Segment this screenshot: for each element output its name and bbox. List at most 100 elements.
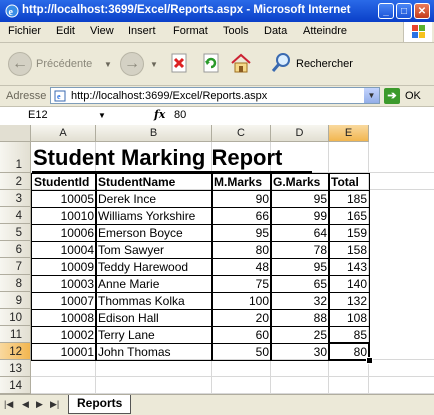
menu-data[interactable]: Data <box>264 25 287 37</box>
formula-value[interactable]: 80 <box>174 109 186 121</box>
header-student-name[interactable]: StudentName <box>95 173 213 191</box>
report-title[interactable]: Student Marking Report <box>33 145 282 171</box>
stop-icon[interactable] <box>168 52 190 74</box>
header-g-marks[interactable]: G.Marks <box>270 173 330 191</box>
maximize-button[interactable]: □ <box>396 3 412 19</box>
function-icon[interactable]: fx <box>154 108 165 121</box>
cell-g-marks[interactable]: 65 <box>270 275 330 293</box>
go-arrow-icon[interactable]: ➔ <box>384 88 400 104</box>
cell-g-marks[interactable]: 95 <box>270 258 330 276</box>
back-dropdown-icon[interactable]: ▼ <box>104 60 112 69</box>
column-header-b[interactable]: B <box>96 125 212 142</box>
select-all-corner[interactable] <box>0 125 31 142</box>
cell-student-id[interactable]: 10007 <box>31 292 97 310</box>
cell-m-marks[interactable]: 60 <box>211 326 272 344</box>
cell-student-name[interactable]: Thommas Kolka <box>95 292 213 310</box>
fill-handle[interactable] <box>366 357 373 364</box>
search-icon[interactable] <box>270 52 292 74</box>
cell-student-id[interactable]: 10005 <box>31 190 97 208</box>
cell-student-id[interactable]: 10001 <box>31 343 97 361</box>
header-total[interactable]: Total <box>328 173 370 191</box>
menu-atteindre[interactable]: Atteindre <box>303 25 347 37</box>
cell-student-id[interactable]: 10006 <box>31 224 97 242</box>
cell-total[interactable]: 108 <box>328 309 370 327</box>
header-student-id[interactable]: StudentId <box>31 173 97 191</box>
row-header[interactable]: 9 <box>0 292 31 309</box>
column-header-e[interactable]: E <box>329 125 369 142</box>
cell-student-id[interactable]: 10003 <box>31 275 97 293</box>
row-header[interactable]: 10 <box>0 309 31 326</box>
first-sheet-icon[interactable]: |◀ <box>4 399 13 410</box>
cell-m-marks[interactable]: 90 <box>211 190 272 208</box>
cell-student-id[interactable]: 10010 <box>31 207 97 225</box>
menu-format[interactable]: Format <box>173 25 208 37</box>
menu-file[interactable]: Fichier <box>8 25 41 37</box>
cell-g-marks[interactable]: 95 <box>270 190 330 208</box>
prev-sheet-icon[interactable]: ◀ <box>22 399 29 410</box>
forward-arrow-icon[interactable]: → <box>120 52 144 76</box>
last-sheet-icon[interactable]: ▶| <box>50 399 59 410</box>
minimize-button[interactable]: _ <box>378 3 394 19</box>
cell-student-name[interactable]: Anne Marie <box>95 275 213 293</box>
cell-m-marks[interactable]: 80 <box>211 241 272 259</box>
cell-total[interactable]: 132 <box>328 292 370 310</box>
cell-m-marks[interactable]: 48 <box>211 258 272 276</box>
cell-g-marks[interactable]: 25 <box>270 326 330 344</box>
cell-m-marks[interactable]: 66 <box>211 207 272 225</box>
row-header[interactable]: 12 <box>0 343 31 360</box>
cell-student-name[interactable]: Terry Lane <box>95 326 213 344</box>
cell-student-name[interactable]: Edison Hall <box>95 309 213 327</box>
next-sheet-icon[interactable]: ▶ <box>36 399 43 410</box>
cell-m-marks[interactable]: 50 <box>211 343 272 361</box>
menu-insert[interactable]: Insert <box>128 25 156 37</box>
row-header[interactable]: 14 <box>0 377 31 394</box>
cell-student-id[interactable]: 10002 <box>31 326 97 344</box>
cell-student-name[interactable]: Tom Sawyer <box>95 241 213 259</box>
cell-g-marks[interactable]: 32 <box>270 292 330 310</box>
cell-m-marks[interactable]: 100 <box>211 292 272 310</box>
close-button[interactable]: ✕ <box>414 3 430 19</box>
column-header-c[interactable]: C <box>212 125 271 142</box>
cell-m-marks[interactable]: 20 <box>211 309 272 327</box>
row-header[interactable]: 11 <box>0 326 31 343</box>
cell-total[interactable]: 165 <box>328 207 370 225</box>
row-header[interactable]: 5 <box>0 224 31 241</box>
name-box-dropdown-icon[interactable]: ▼ <box>98 111 106 120</box>
menu-view[interactable]: View <box>90 25 114 37</box>
refresh-icon[interactable] <box>200 52 222 74</box>
cell-student-name[interactable]: Emerson Boyce <box>95 224 213 242</box>
cell-g-marks[interactable]: 30 <box>270 343 330 361</box>
row-header[interactable]: 8 <box>0 275 31 292</box>
column-header-a[interactable]: A <box>31 125 96 142</box>
cell-student-name[interactable]: Teddy Harewood <box>95 258 213 276</box>
cell-total[interactable]: 158 <box>328 241 370 259</box>
tab-reports[interactable]: Reports <box>68 395 132 414</box>
row-header[interactable]: 13 <box>0 360 31 377</box>
row-header[interactable]: 7 <box>0 258 31 275</box>
header-m-marks[interactable]: M.Marks <box>211 173 272 191</box>
cell-total[interactable]: 159 <box>328 224 370 242</box>
address-dropdown-icon[interactable]: ▼ <box>364 88 379 103</box>
cell-g-marks[interactable]: 64 <box>270 224 330 242</box>
cell-student-name[interactable]: Williams Yorkshire <box>95 207 213 225</box>
cell-student-name[interactable]: Derek Ince <box>95 190 213 208</box>
address-input[interactable]: e http://localhost:3699/Excel/Reports.as… <box>50 87 380 104</box>
cell-g-marks[interactable]: 88 <box>270 309 330 327</box>
row-header[interactable]: 6 <box>0 241 31 258</box>
back-button-label[interactable]: Précédente <box>36 58 92 70</box>
home-icon[interactable] <box>230 52 252 74</box>
cell-student-id[interactable]: 10009 <box>31 258 97 276</box>
search-button-label[interactable]: Rechercher <box>296 58 353 70</box>
cell-student-name[interactable]: John Thomas <box>95 343 213 361</box>
cell-total[interactable]: 185 <box>328 190 370 208</box>
row-header[interactable]: 4 <box>0 207 31 224</box>
menu-edit[interactable]: Edit <box>56 25 75 37</box>
cell-student-id[interactable]: 10004 <box>31 241 97 259</box>
cell-m-marks[interactable]: 75 <box>211 275 272 293</box>
cell-g-marks[interactable]: 78 <box>270 241 330 259</box>
go-button-label[interactable]: OK <box>405 90 421 102</box>
cell-total[interactable]: 140 <box>328 275 370 293</box>
active-cell-e12[interactable] <box>328 342 370 361</box>
row-header[interactable]: 3 <box>0 190 31 207</box>
cell-g-marks[interactable]: 99 <box>270 207 330 225</box>
